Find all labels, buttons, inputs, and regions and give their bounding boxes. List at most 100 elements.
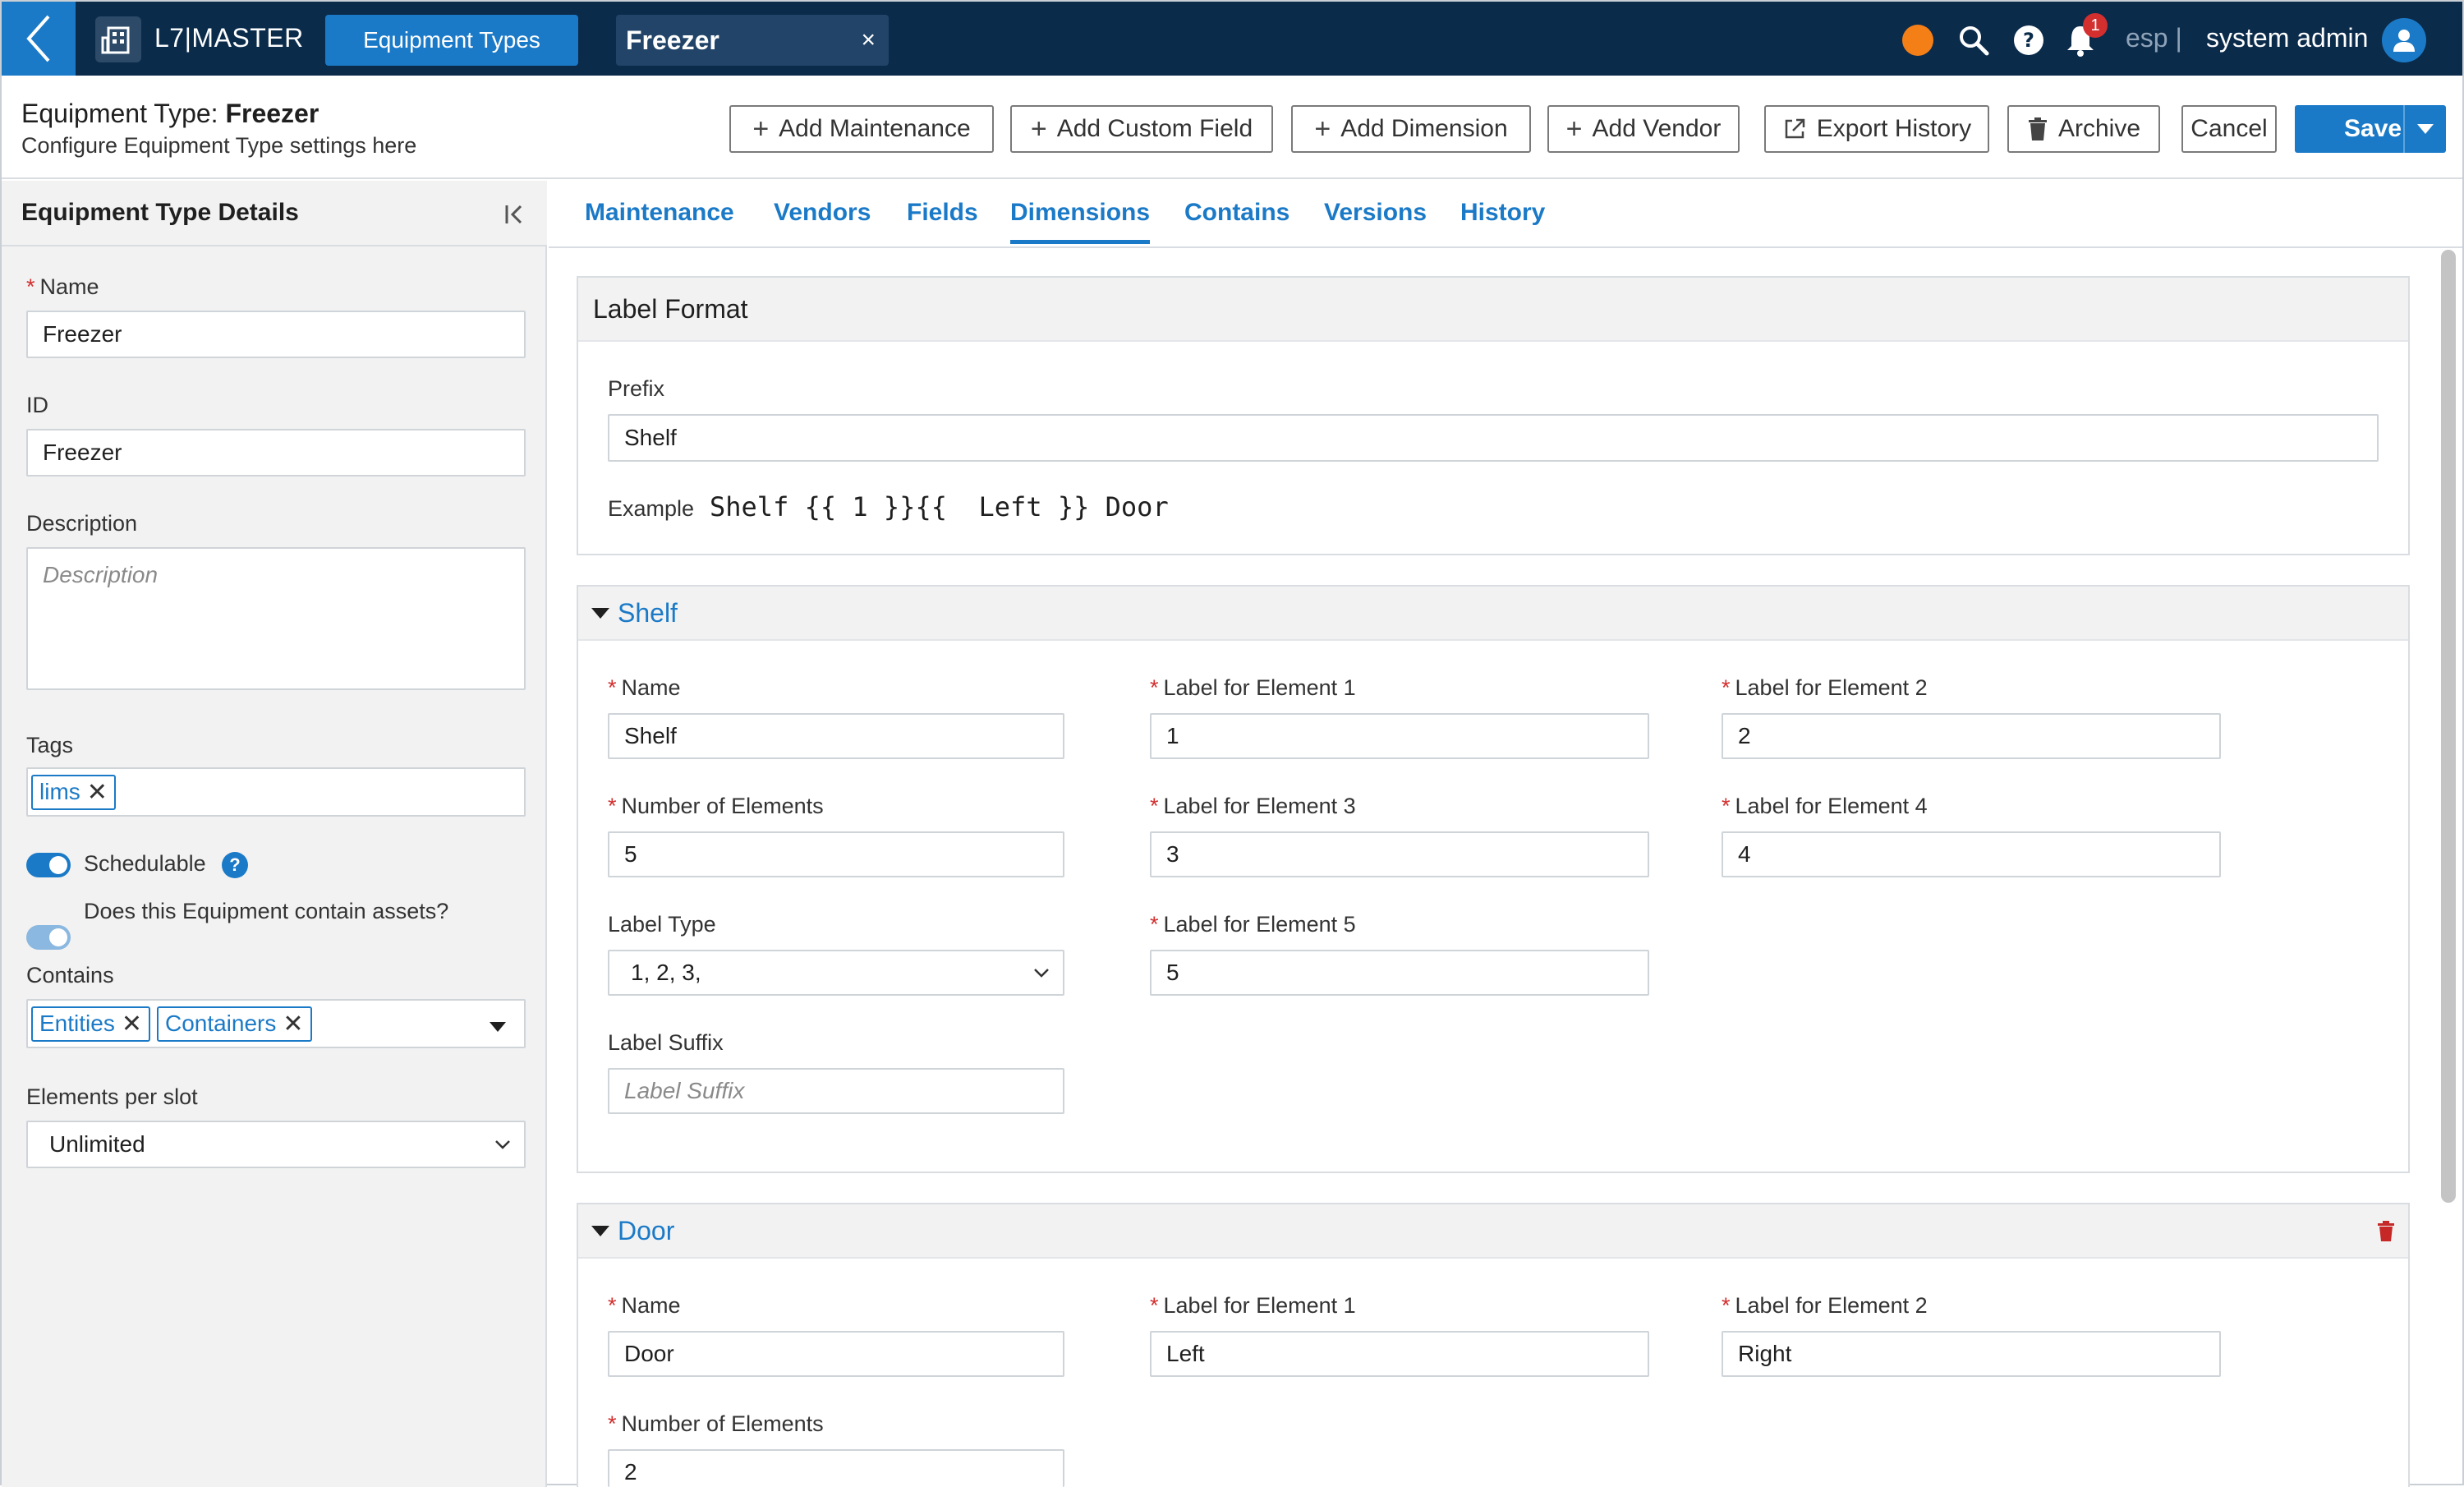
active-tab-indicator bbox=[1010, 240, 1150, 244]
name-label-text: Name bbox=[39, 274, 99, 299]
schedulable-label: Schedulable bbox=[84, 851, 206, 876]
close-icon[interactable]: × bbox=[861, 26, 876, 54]
shelf-el3-input[interactable]: 3 bbox=[1150, 831, 1649, 877]
elements-per-slot-select[interactable]: Unlimited bbox=[26, 1121, 526, 1168]
caret-down-icon[interactable] bbox=[490, 1022, 506, 1032]
description-textarea[interactable]: Description bbox=[26, 547, 526, 690]
building-grid-icon[interactable] bbox=[95, 16, 141, 62]
tab-maintenance[interactable]: Maintenance bbox=[585, 199, 734, 227]
search-icon[interactable] bbox=[1955, 21, 1993, 59]
shelf-el1-input[interactable]: 1 bbox=[1150, 713, 1649, 759]
content-scrollbar[interactable] bbox=[2441, 250, 2456, 1203]
example-label: Example bbox=[608, 496, 695, 521]
contains-assets-toggle[interactable] bbox=[26, 925, 71, 950]
name-input[interactable]: Freezer bbox=[26, 311, 526, 358]
environment-label: esp | bbox=[2126, 23, 2182, 53]
shelf-el3-label: * Label for Element 3 bbox=[1150, 794, 1356, 818]
door-el1-label-text: Label for Element 1 bbox=[1163, 1293, 1356, 1318]
cancel-button[interactable]: Cancel bbox=[2181, 105, 2277, 153]
label-format-header bbox=[578, 278, 2408, 342]
shelf-name-input[interactable]: Shelf bbox=[608, 713, 1064, 759]
shelf-el4-input[interactable]: 4 bbox=[1722, 831, 2221, 877]
save-options-dropdown[interactable] bbox=[2403, 105, 2446, 153]
details-sidebar-title: Equipment Type Details bbox=[21, 199, 299, 226]
shelf-el4-label-text: Label for Element 4 bbox=[1735, 794, 1928, 818]
remove-chip-icon[interactable]: ✕ bbox=[122, 1010, 142, 1038]
record-tab-freezer[interactable]: Freezer × bbox=[616, 15, 889, 66]
door-name-label-text: Name bbox=[621, 1293, 681, 1318]
add-custom-field-button[interactable]: + Add Custom Field bbox=[1010, 105, 1273, 153]
tags-input[interactable]: lims ✕ bbox=[26, 767, 526, 817]
tab-history[interactable]: History bbox=[1460, 199, 1545, 227]
contains-multiselect[interactable]: Entities ✕ Containers ✕ bbox=[26, 999, 526, 1048]
svg-text:?: ? bbox=[2023, 29, 2034, 52]
tabs-divider bbox=[549, 246, 2462, 248]
add-vendor-button[interactable]: + Add Vendor bbox=[1547, 105, 1740, 153]
shelf-section-toggle[interactable]: Shelf bbox=[591, 598, 678, 628]
shelf-name-label: * Name bbox=[608, 675, 681, 700]
door-num-elements-input[interactable]: 2 bbox=[608, 1449, 1064, 1487]
tag-chip: lims ✕ bbox=[31, 774, 116, 810]
shelf-el5-label-text: Label for Element 5 bbox=[1163, 912, 1356, 937]
elements-per-slot-value: Unlimited bbox=[49, 1131, 145, 1157]
shelf-label-type-value: 1, 2, 3, bbox=[631, 960, 701, 985]
caret-down-icon bbox=[591, 1226, 609, 1236]
back-button[interactable] bbox=[2, 2, 76, 76]
help-icon[interactable]: ? bbox=[2010, 21, 2048, 59]
shelf-el2-label: * Label for Element 2 bbox=[1722, 675, 1928, 700]
cancel-label: Cancel bbox=[2190, 115, 2268, 142]
door-num-elements-label-text: Number of Elements bbox=[621, 1411, 824, 1436]
page-title-name: Freezer bbox=[225, 99, 319, 128]
help-icon[interactable]: ? bbox=[222, 852, 248, 878]
plus-icon: + bbox=[1565, 113, 1583, 145]
shelf-label-type-label: Label Type bbox=[608, 912, 716, 937]
shelf-name-label-text: Name bbox=[621, 675, 681, 700]
chevron-down-icon bbox=[495, 1140, 510, 1149]
door-el2-label-text: Label for Element 2 bbox=[1735, 1293, 1928, 1318]
door-name-label: * Name bbox=[608, 1293, 681, 1318]
door-el2-input[interactable]: Right bbox=[1722, 1331, 2221, 1377]
status-indicator[interactable] bbox=[1902, 25, 1933, 56]
user-name[interactable]: system admin bbox=[2206, 23, 2368, 53]
remove-tag-icon[interactable]: ✕ bbox=[87, 778, 108, 807]
archive-button[interactable]: Archive bbox=[2007, 105, 2160, 153]
tab-dimensions[interactable]: Dimensions bbox=[1010, 199, 1150, 227]
delete-dimension-button[interactable] bbox=[2377, 1221, 2395, 1246]
shelf-label-type-select[interactable]: 1, 2, 3, bbox=[608, 950, 1064, 996]
shelf-el4-label: * Label for Element 4 bbox=[1722, 794, 1928, 818]
door-el1-input[interactable]: Left bbox=[1150, 1331, 1649, 1377]
prefix-input[interactable]: Shelf bbox=[608, 414, 2379, 462]
shelf-num-elements-input[interactable]: 5 bbox=[608, 831, 1064, 877]
tab-versions[interactable]: Versions bbox=[1324, 199, 1427, 227]
page-title-prefix: Equipment Type: bbox=[21, 99, 226, 128]
shelf-el2-input[interactable]: 2 bbox=[1722, 713, 2221, 759]
elements-per-slot-label: Elements per slot bbox=[26, 1084, 198, 1109]
add-dimension-button[interactable]: + Add Dimension bbox=[1291, 105, 1531, 153]
tab-contains[interactable]: Contains bbox=[1184, 199, 1289, 227]
shelf-label-suffix-input[interactable]: Label Suffix bbox=[608, 1068, 1064, 1114]
add-custom-field-label: Add Custom Field bbox=[1056, 115, 1253, 142]
plus-icon: + bbox=[1314, 113, 1331, 145]
schedulable-toggle[interactable] bbox=[26, 853, 71, 877]
trash-icon bbox=[2028, 117, 2047, 140]
export-history-button[interactable]: Export History bbox=[1764, 105, 1989, 153]
tab-vendors[interactable]: Vendors bbox=[774, 199, 871, 227]
id-input[interactable]: Freezer bbox=[26, 429, 526, 476]
add-maintenance-button[interactable]: + Add Maintenance bbox=[729, 105, 994, 153]
remove-chip-icon[interactable]: ✕ bbox=[283, 1010, 303, 1038]
door-name-input[interactable]: Door bbox=[608, 1331, 1064, 1377]
back-chevron-icon bbox=[26, 15, 50, 62]
contains-chip: Entities ✕ bbox=[31, 1006, 150, 1042]
shelf-section-title: Shelf bbox=[618, 598, 678, 628]
user-avatar-icon[interactable] bbox=[2382, 18, 2426, 62]
save-label: Save bbox=[2344, 115, 2402, 142]
shelf-el5-input[interactable]: 5 bbox=[1150, 950, 1649, 996]
tag-chip-label: lims bbox=[39, 779, 80, 804]
shelf-el2-label-text: Label for Element 2 bbox=[1735, 675, 1928, 700]
contains-chip: Containers ✕ bbox=[156, 1006, 312, 1042]
add-vendor-label: Add Vendor bbox=[1592, 115, 1722, 142]
collapse-left-icon[interactable] bbox=[503, 202, 527, 227]
nav-equipment-types-tab[interactable]: Equipment Types bbox=[325, 15, 578, 66]
door-section-toggle[interactable]: Door bbox=[591, 1216, 674, 1246]
tab-fields[interactable]: Fields bbox=[907, 199, 978, 227]
